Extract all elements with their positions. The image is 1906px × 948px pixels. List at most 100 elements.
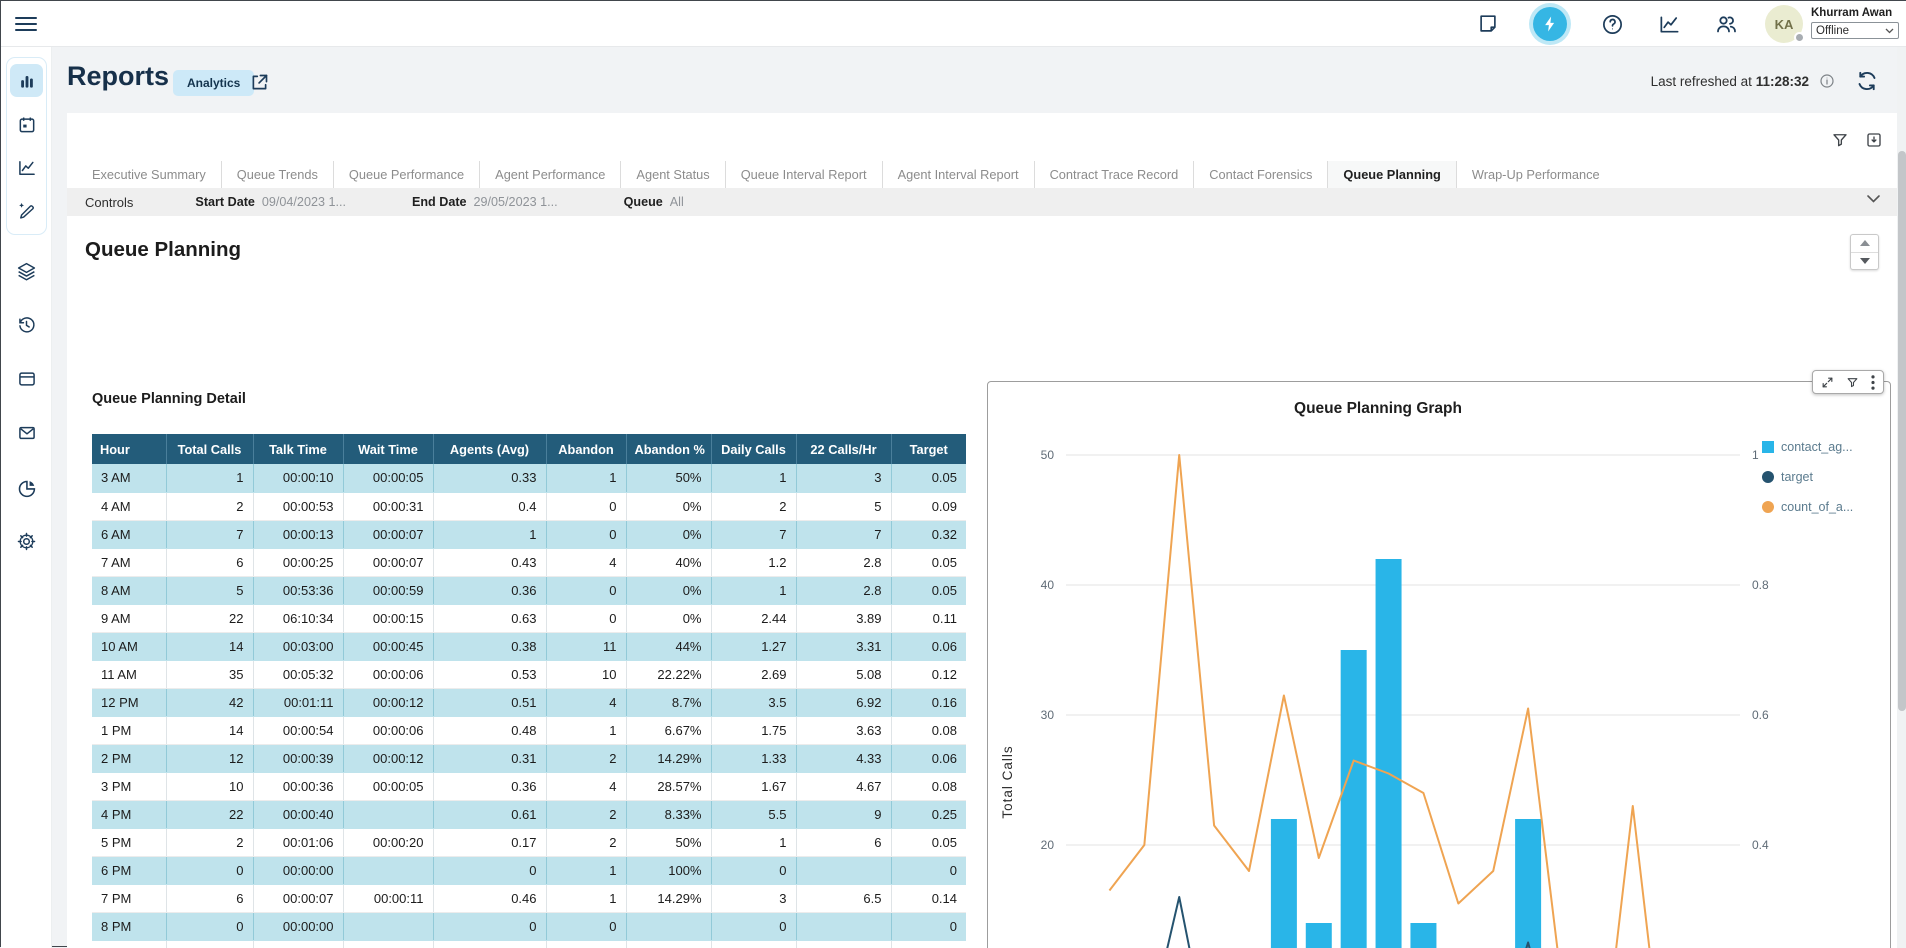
table-cell: 6 AM (92, 520, 166, 548)
tab-queue-interval-report[interactable]: Queue Interval Report (725, 161, 882, 188)
col-header-target[interactable]: Target (891, 434, 966, 464)
sidebar-item-design[interactable] (1, 194, 52, 226)
table-cell: 0.12 (891, 660, 966, 688)
hamburger-menu-icon[interactable] (13, 12, 39, 36)
line-count-of-a[interactable] (1109, 455, 1702, 948)
filter-end-date[interactable]: End Date29/05/2023 1... (412, 195, 558, 209)
table-cell: 00:00:07 (343, 548, 433, 576)
sidebar-item-line-chart[interactable] (1, 152, 52, 184)
calendar-icon (17, 115, 37, 135)
filter-value: 29/05/2023 1... (474, 195, 558, 209)
tab-agent-status[interactable]: Agent Status (620, 161, 724, 188)
table-cell: 1.2 (711, 548, 796, 576)
filter-icon[interactable] (1831, 131, 1849, 149)
col-header-daily-calls[interactable]: Daily Calls (711, 434, 796, 464)
sticky-note-icon[interactable] (1476, 12, 1500, 36)
sidebar-item-bar-chart[interactable] (10, 64, 43, 97)
table-cell: 0.53 (433, 660, 546, 688)
col-header-abandon[interactable]: Abandon (546, 434, 626, 464)
table-cell: 11 AM (92, 660, 166, 688)
download-icon[interactable] (1865, 131, 1883, 149)
filter-queue[interactable]: QueueAll (624, 195, 684, 209)
bar-12-pm[interactable] (1376, 559, 1402, 948)
refresh-icon[interactable] (1855, 69, 1879, 93)
table-cell: 4 PM (92, 800, 166, 828)
line-target[interactable] (1109, 897, 1702, 948)
tab-agent-performance[interactable]: Agent Performance (479, 161, 620, 188)
tab-queue-performance[interactable]: Queue Performance (333, 161, 479, 188)
bar-9-am[interactable] (1271, 819, 1297, 948)
table-cell: 5 (796, 492, 891, 520)
sidebar-item-calendar[interactable] (1, 109, 52, 141)
table-body: 3 AM100:00:1000:00:050.33150%130.054 AM2… (92, 464, 966, 948)
col-header-wait-time[interactable]: Wait Time (343, 434, 433, 464)
queue-planning-table: HourTotal CallsTalk TimeWait TimeAgents … (92, 434, 966, 948)
table-cell: 3.31 (796, 632, 891, 660)
col-header-hour[interactable]: Hour (92, 434, 166, 464)
col-header-22-calls-hr[interactable]: 22 Calls/Hr (796, 434, 891, 464)
legend-item-count-of-a[interactable]: count_of_a... (1762, 500, 1853, 514)
legend-swatch (1762, 471, 1774, 483)
table-cell: 1 (711, 464, 796, 492)
bar-10-am[interactable] (1306, 923, 1332, 948)
chart-filter-icon[interactable] (1846, 376, 1859, 389)
avatar[interactable]: KA (1765, 5, 1803, 43)
table-cell: 0 (711, 912, 796, 940)
sidebar-item-layers[interactable] (1, 255, 52, 287)
tab-contract-trace-record[interactable]: Contract Trace Record (1034, 161, 1194, 188)
tab-contact-forensics[interactable]: Contact Forensics (1193, 161, 1327, 188)
col-header-talk-time[interactable]: Talk Time (253, 434, 343, 464)
help-icon[interactable] (1600, 12, 1624, 36)
table-row-4-pm: 4 PM2200:00:400.6128.33%5.590.25 (92, 800, 966, 828)
table-cell: 2.8 (796, 576, 891, 604)
trend-chart-icon[interactable] (1657, 12, 1681, 36)
sidebar-item-window[interactable] (1, 363, 52, 395)
sidebar-item-settings[interactable] (1, 525, 52, 557)
tab-wrap-up-performance[interactable]: Wrap-Up Performance (1457, 161, 1615, 188)
table-cell: 7 (796, 520, 891, 548)
table-cell: 9 AM (92, 604, 166, 632)
info-icon[interactable] (1819, 73, 1835, 89)
tab-agent-interval-report[interactable]: Agent Interval Report (882, 161, 1034, 188)
sidebar (1, 47, 52, 948)
vertical-scrollbar[interactable] (1897, 47, 1906, 948)
kebab-menu-icon[interactable] (1871, 375, 1875, 390)
tab-executive-summary[interactable]: Executive Summary (77, 161, 221, 188)
table-cell: 14.29% (626, 744, 711, 772)
legend-item-contact-ag[interactable]: contact_ag... (1762, 440, 1853, 454)
vertical-scrollbar-thumb[interactable] (1898, 151, 1906, 711)
stepper-up-button[interactable] (1851, 235, 1878, 252)
col-header-total-calls[interactable]: Total Calls (166, 434, 253, 464)
window-icon (17, 369, 37, 389)
col-header-agents-avg[interactable]: Agents (Avg) (433, 434, 546, 464)
lightning-icon[interactable] (1533, 7, 1567, 41)
status-select[interactable]: Offline (1811, 22, 1899, 39)
tab-queue-planning[interactable]: Queue Planning (1327, 161, 1456, 188)
bar-11-am[interactable] (1341, 650, 1367, 948)
sidebar-item-pie-chart[interactable] (1, 472, 52, 504)
legend-item-target[interactable]: target (1762, 470, 1853, 484)
sheet-scroll-stepper (1850, 234, 1879, 270)
table-cell: 2 (546, 828, 626, 856)
table-cell: 0.48 (433, 716, 546, 744)
table-cell: 3.63 (796, 716, 891, 744)
table-row-5-pm: 5 PM200:01:0600:00:200.17250%160.05 (92, 828, 966, 856)
table-cell: 0.36 (433, 576, 546, 604)
external-link-icon[interactable] (249, 72, 270, 93)
stepper-down-button[interactable] (1851, 252, 1878, 270)
table-cell: 5 (166, 576, 253, 604)
controls-collapse-chevron[interactable] (1866, 194, 1881, 204)
users-icon[interactable] (1714, 12, 1738, 36)
table-cell: 00:00:07 (253, 884, 343, 912)
table-cell: 4.33 (796, 744, 891, 772)
tab-queue-trends[interactable]: Queue Trends (221, 161, 333, 188)
sidebar-item-mail[interactable] (1, 417, 52, 449)
bar-1-pm[interactable] (1410, 923, 1436, 948)
filter-start-date[interactable]: Start Date09/04/2023 1... (195, 195, 346, 209)
maximize-icon[interactable] (1821, 376, 1834, 389)
sidebar-item-history[interactable] (1, 308, 52, 340)
table-cell: 0.05 (891, 464, 966, 492)
col-header-abandon[interactable]: Abandon % (626, 434, 711, 464)
table-cell: 0.17 (433, 828, 546, 856)
bar-4-pm[interactable] (1515, 819, 1541, 948)
